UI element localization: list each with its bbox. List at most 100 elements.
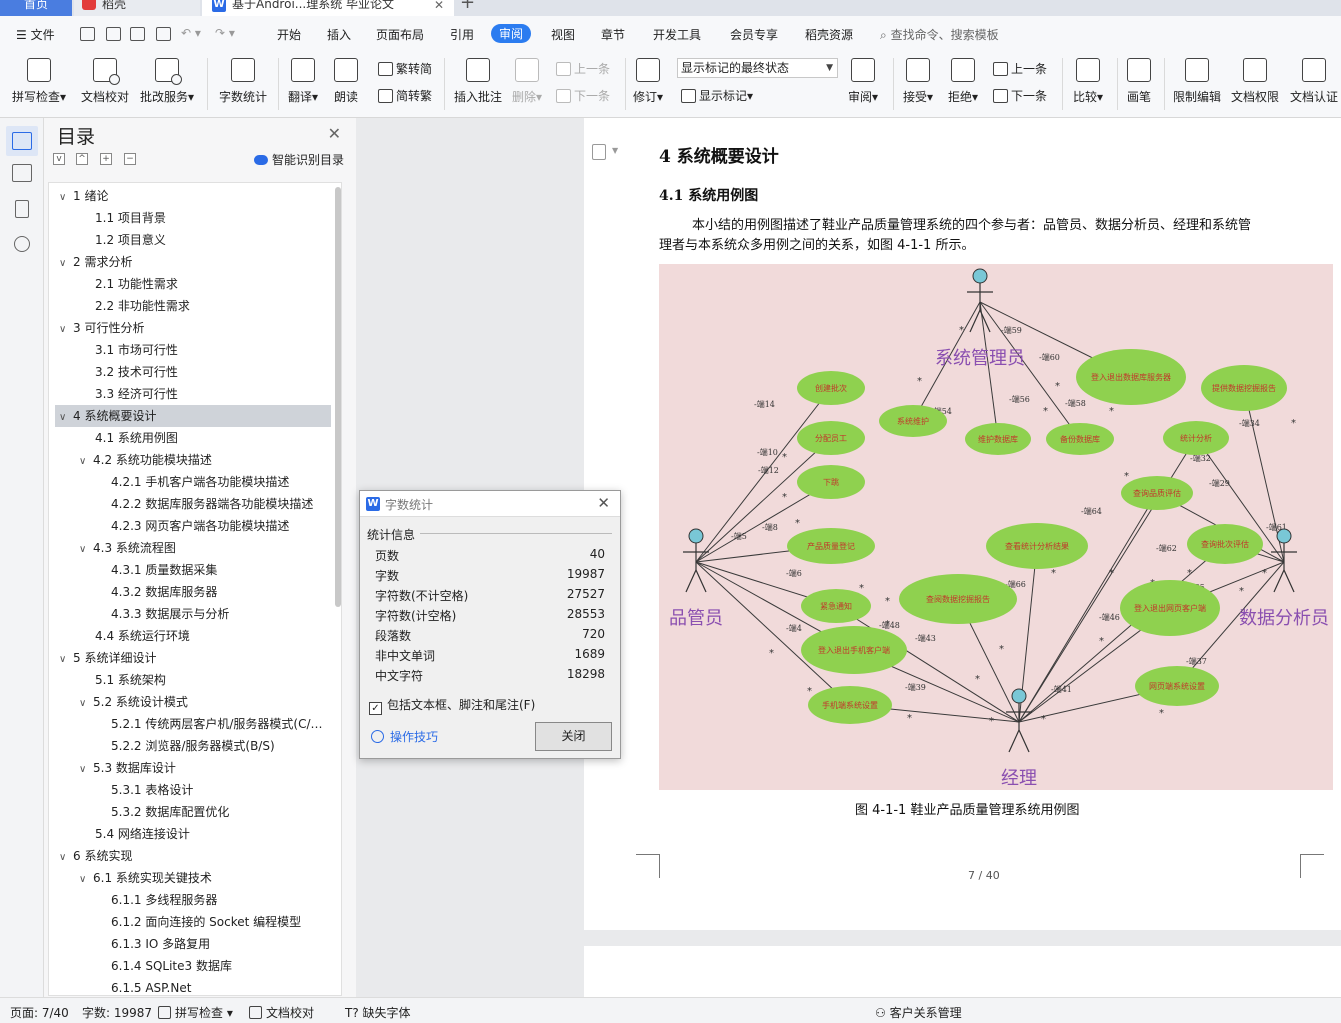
toc-item[interactable]: ∨ 4.3 系统流程图: [79, 537, 329, 559]
toc-item[interactable]: 4.2.2 数据库服务器端各功能模块描述: [95, 493, 329, 515]
menu-layout[interactable]: 页面布局: [376, 26, 424, 43]
add-heading-icon[interactable]: +: [100, 153, 112, 165]
page-layout-icon[interactable]: [592, 144, 606, 160]
translate-button[interactable]: 翻译▾: [288, 58, 318, 105]
next-comment-button[interactable]: 下一条: [556, 87, 610, 104]
toc-item[interactable]: 5.3.2 数据库配置优化: [95, 801, 329, 823]
toc-item[interactable]: 5.4 网络连接设计: [79, 823, 329, 845]
include-textbox-checkbox[interactable]: ✓ 包括文本框、脚注和尾注(F): [369, 696, 535, 715]
navigation-icon[interactable]: [12, 164, 32, 182]
doc-check-status[interactable]: 文档校对: [249, 1004, 314, 1021]
new-tab-icon[interactable]: +: [460, 0, 475, 13]
toc-item[interactable]: 4.3.1 质量数据采集: [95, 559, 329, 581]
expand-up-icon[interactable]: ^: [76, 153, 88, 165]
tips-link[interactable]: 操作技巧: [371, 728, 438, 745]
tab-home[interactable]: 首页: [0, 0, 72, 16]
toc-item[interactable]: 6.1.3 IO 多路复用: [95, 933, 329, 955]
chevron-down-icon[interactable]: ∨: [59, 253, 73, 273]
spell-check-button[interactable]: 拼写检查▾: [12, 58, 66, 105]
crm-status[interactable]: ⚇ 客户关系管理: [875, 1004, 962, 1021]
toc-item[interactable]: 5.1 系统架构: [79, 669, 329, 691]
read-aloud-button[interactable]: 朗读: [334, 58, 358, 105]
toc-item[interactable]: 6.1.4 SQLite3 数据库: [95, 955, 329, 977]
page-status[interactable]: 页面: 7/40: [10, 1004, 69, 1021]
toc-item[interactable]: ∨ 5.3 数据库设计: [79, 757, 329, 779]
toc-item[interactable]: 6.1.2 面向连接的 Socket 编程模型: [95, 911, 329, 933]
chevron-down-icon[interactable]: ∨: [79, 759, 93, 779]
dialog-titlebar[interactable]: W 字数统计 ✕: [360, 491, 620, 517]
toc-item[interactable]: 3.1 市场可行性: [79, 339, 329, 361]
toc-item[interactable]: 1.1 项目背景: [79, 207, 329, 229]
toc-item[interactable]: ∨ 1 绪论: [59, 185, 329, 207]
doc-check-button[interactable]: 文档校对: [81, 58, 129, 105]
trad-to-simp-button[interactable]: 繁转简: [378, 60, 432, 77]
chevron-down-icon[interactable]: ∨: [59, 407, 73, 427]
undo-icon[interactable]: ↶ ▾: [181, 26, 201, 40]
toc-item[interactable]: 4.3.3 数据展示与分析: [95, 603, 329, 625]
toc-item[interactable]: 3.2 技术可行性: [79, 361, 329, 383]
toc-item[interactable]: 3.3 经济可行性: [79, 383, 329, 405]
compare-button[interactable]: 比较▾: [1073, 58, 1103, 105]
show-markup-button[interactable]: 显示标记▾: [681, 87, 753, 104]
close-icon[interactable]: ✕: [328, 124, 341, 143]
word-count-button[interactable]: 字数统计: [219, 58, 267, 105]
close-button[interactable]: 关闭: [535, 722, 612, 751]
chevron-down-icon[interactable]: ∨: [59, 649, 73, 669]
menu-member[interactable]: 会员专享: [730, 26, 778, 43]
tab-daoke[interactable]: 稻壳: [74, 0, 200, 16]
save-icon[interactable]: [80, 27, 95, 41]
toc-item[interactable]: 6.1.5 ASP.Net: [95, 977, 329, 995]
toc-item[interactable]: 4.2.1 手机客户端各功能模块描述: [95, 471, 329, 493]
print-icon[interactable]: [130, 27, 145, 41]
menu-start[interactable]: 开始: [277, 26, 301, 43]
toc-item[interactable]: 4.4 系统运行环境: [79, 625, 329, 647]
spell-check-status[interactable]: 拼写检查 ▾: [158, 1004, 233, 1021]
prev-change-button[interactable]: 上一条: [993, 60, 1047, 77]
toc-item[interactable]: 2.1 功能性需求: [79, 273, 329, 295]
chevron-down-icon[interactable]: ∨: [79, 693, 93, 713]
toc-item[interactable]: 5.3.1 表格设计: [95, 779, 329, 801]
toc-item[interactable]: ∨ 5.2 系统设计模式: [79, 691, 329, 713]
prev-comment-button[interactable]: 上一条: [556, 60, 610, 77]
accept-button[interactable]: 接受▾: [903, 58, 933, 105]
menu-daoke-resources[interactable]: 稻壳资源: [805, 26, 853, 43]
toc-item[interactable]: 5.2.2 浏览器/服务器模式(B/S): [95, 735, 329, 757]
redo-icon[interactable]: ↷ ▾: [215, 26, 235, 40]
track-changes-button[interactable]: 修订▾: [633, 58, 663, 105]
pen-button[interactable]: 画笔: [1127, 58, 1151, 105]
restrict-edit-button[interactable]: 限制编辑: [1173, 58, 1221, 105]
print-preview-icon[interactable]: [156, 27, 171, 41]
chevron-down-icon[interactable]: ∨: [79, 869, 93, 889]
toc-item[interactable]: ∨ 2 需求分析: [59, 251, 329, 273]
toc-item[interactable]: 4.1 系统用例图: [79, 427, 329, 449]
collapse-all-icon[interactable]: v: [53, 153, 65, 165]
toc-item[interactable]: 4.2.3 网页客户端各功能模块描述: [95, 515, 329, 537]
file-menu[interactable]: ☰ 文件: [16, 26, 55, 43]
doc-auth-button[interactable]: 文档认证: [1290, 58, 1338, 105]
search-icon[interactable]: [14, 236, 30, 252]
bookmark-icon[interactable]: [15, 200, 29, 218]
batch-service-button[interactable]: 批改服务▾: [140, 58, 194, 105]
chevron-down-icon[interactable]: ∨: [59, 187, 73, 207]
menu-review[interactable]: 审阅: [491, 24, 532, 43]
toc-item[interactable]: 1.2 项目意义: [79, 229, 329, 251]
reject-button[interactable]: 拒绝▾: [948, 58, 978, 105]
menu-devtools[interactable]: 开发工具: [653, 26, 701, 43]
close-icon[interactable]: ✕: [597, 494, 610, 512]
delete-comment-button[interactable]: 删除▾: [512, 58, 542, 105]
simp-to-trad-button[interactable]: 简转繁: [378, 87, 432, 104]
menu-insert[interactable]: 插入: [327, 26, 351, 43]
chevron-down-icon[interactable]: ∨: [59, 319, 73, 339]
menu-chapter[interactable]: 章节: [601, 26, 625, 43]
chevron-down-icon[interactable]: ∨: [79, 539, 93, 559]
toc-scrollbar[interactable]: [335, 187, 341, 607]
insert-comment-button[interactable]: 插入批注: [454, 58, 502, 105]
command-search[interactable]: ⌕ 查找命令、搜索模板: [880, 26, 999, 43]
remove-heading-icon[interactable]: −: [124, 153, 136, 165]
chevron-down-icon[interactable]: ∨: [79, 451, 93, 471]
toc-item[interactable]: ∨ 3 可行性分析: [59, 317, 329, 339]
toc-item[interactable]: ∨ 4.2 系统功能模块描述: [79, 449, 329, 471]
export-pdf-icon[interactable]: [106, 27, 121, 41]
toc-item[interactable]: 2.2 非功能性需求: [79, 295, 329, 317]
tab-document[interactable]: W 基于Androi...理系统 毕业论文 ✕: [202, 0, 454, 16]
